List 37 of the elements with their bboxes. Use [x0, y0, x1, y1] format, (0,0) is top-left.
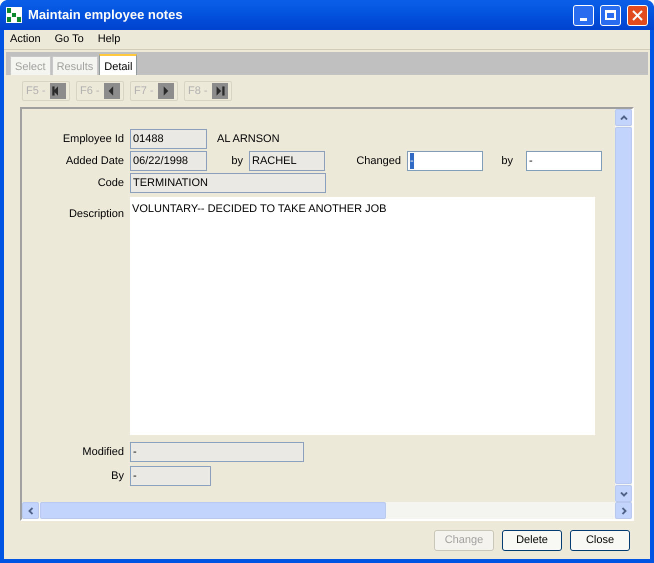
- scroll-right-button[interactable]: [615, 502, 632, 519]
- window-title: Maintain employee notes: [28, 6, 184, 24]
- added-date-field[interactable]: 06/22/1998: [130, 151, 207, 171]
- minimize-button[interactable]: [573, 4, 594, 26]
- menu-item[interactable]: Help: [98, 31, 120, 48]
- field-label: by: [500, 154, 513, 169]
- by-field[interactable]: -: [130, 466, 211, 486]
- added-by-field[interactable]: RACHEL: [249, 151, 325, 171]
- employee-id-field[interactable]: 01488: [130, 129, 207, 149]
- field-label: By: [110, 468, 124, 484]
- changed-by-field[interactable]: -: [526, 151, 602, 171]
- field-label: by: [230, 154, 243, 169]
- field-label: Added Date: [64, 154, 124, 169]
- app-icon: [6, 7, 22, 23]
- action-button[interactable]: Delete: [502, 530, 562, 551]
- tab[interactable]: Detail: [99, 54, 138, 75]
- scroll-left-button[interactable]: [22, 502, 39, 519]
- action-button[interactable]: Close: [570, 530, 630, 551]
- field-label: Modified: [81, 444, 124, 460]
- employee-name: AL ARNSON: [217, 132, 280, 147]
- code-field[interactable]: TERMINATION: [130, 173, 326, 193]
- close-icon: [632, 10, 643, 20]
- field-label: Changed: [355, 154, 401, 169]
- scroll-down-button[interactable]: [615, 485, 632, 502]
- scrollbar-thumb[interactable]: [40, 502, 386, 519]
- horizontal-scrollbar[interactable]: [22, 502, 632, 519]
- field-label: Code: [96, 176, 124, 191]
- close-button[interactable]: [627, 4, 648, 26]
- field-label: Employee Id: [62, 132, 124, 147]
- field-label: Description: [68, 208, 124, 220]
- modified-field[interactable]: -: [130, 442, 304, 462]
- maximize-button[interactable]: [600, 4, 621, 26]
- menu-item[interactable]: Go To: [54, 31, 84, 48]
- menu-item[interactable]: Action: [10, 31, 41, 48]
- changed-field[interactable]: -: [407, 151, 483, 171]
- description-textarea[interactable]: VOLUNTARY-- DECIDED TO TAKE ANOTHER JOB: [130, 197, 595, 435]
- scroll-up-button[interactable]: [615, 109, 632, 126]
